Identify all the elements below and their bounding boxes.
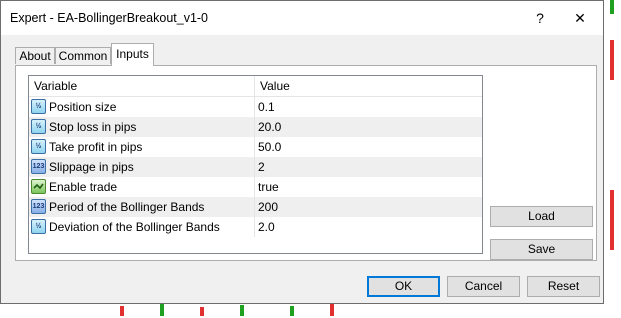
variable-value[interactable]: 20.0 (258, 117, 281, 137)
variable-value[interactable]: 2 (258, 157, 265, 177)
column-separator (254, 117, 255, 137)
save-button[interactable]: Save (490, 239, 593, 260)
grid-header: Variable Value (29, 76, 482, 97)
expert-properties-dialog: Expert - EA-BollingerBreakout_v1-0 ? ✕ A… (0, 0, 604, 304)
table-row[interactable]: ½ Take profit in pips 50.0 (29, 137, 482, 157)
variable-value[interactable]: 200 (258, 197, 278, 217)
column-separator (254, 157, 255, 177)
title-bar: Expert - EA-BollingerBreakout_v1-0 ? ✕ (1, 1, 603, 35)
tab-about[interactable]: About (15, 47, 55, 64)
chart-background-strip (604, 0, 621, 318)
column-separator (254, 177, 255, 197)
fraction-icon: ½ (31, 139, 46, 154)
window-title: Expert - EA-BollingerBreakout_v1-0 (10, 11, 209, 25)
variable-name: Enable trade (49, 180, 118, 194)
variable-name: Deviation of the Bollinger Bands (49, 220, 220, 234)
candle (610, 190, 614, 250)
variable-name: Period of the Bollinger Bands (49, 200, 205, 214)
help-icon: ? (536, 10, 544, 26)
table-row[interactable]: ½ Stop loss in pips 20.0 (29, 117, 482, 137)
close-icon: ✕ (574, 10, 586, 26)
variable-name: Take profit in pips (49, 140, 143, 154)
fraction-icon: ½ (31, 99, 46, 114)
inputs-grid: Variable Value ½ Position size 0.1 ½ Sto… (28, 75, 483, 254)
load-button[interactable]: Load (490, 206, 593, 227)
cancel-button[interactable]: Cancel (447, 276, 520, 297)
tab-common[interactable]: Common (55, 47, 111, 64)
column-header-variable[interactable]: Variable (34, 76, 77, 96)
variable-value[interactable]: true (258, 177, 279, 197)
reset-button[interactable]: Reset (527, 276, 600, 297)
close-button[interactable]: ✕ (568, 7, 592, 29)
table-row[interactable]: 123 Period of the Bollinger Bands 200 (29, 197, 482, 217)
chart-candles-bottom (0, 304, 621, 318)
candle (610, 0, 614, 14)
integer-icon: 123 (31, 199, 46, 214)
table-row[interactable]: ½ Deviation of the Bollinger Bands 2.0 (29, 217, 482, 237)
fraction-icon: ½ (31, 119, 46, 134)
column-separator (254, 197, 255, 217)
help-button[interactable]: ? (528, 7, 552, 29)
column-separator (254, 97, 255, 117)
tab-inputs[interactable]: Inputs (111, 43, 154, 66)
table-row[interactable]: 123 Slippage in pips 2 (29, 157, 482, 177)
column-separator (254, 137, 255, 157)
ok-button[interactable]: OK (367, 276, 440, 297)
variable-name: Position size (49, 100, 117, 114)
integer-icon: 123 (31, 159, 46, 174)
column-separator[interactable] (254, 76, 255, 96)
column-separator (254, 217, 255, 237)
candle (610, 40, 614, 80)
variable-name: Slippage in pips (49, 160, 134, 174)
inputs-panel: Variable Value ½ Position size 0.1 ½ Sto… (15, 65, 597, 261)
table-row[interactable]: ½ Position size 0.1 (29, 97, 482, 117)
boolean-icon (31, 179, 46, 194)
fraction-icon: ½ (31, 219, 46, 234)
variable-value[interactable]: 2.0 (258, 217, 275, 237)
variable-value[interactable]: 0.1 (258, 97, 275, 117)
variable-name: Stop loss in pips (49, 120, 137, 134)
variable-value[interactable]: 50.0 (258, 137, 281, 157)
table-row[interactable]: Enable trade true (29, 177, 482, 197)
column-header-value[interactable]: Value (260, 76, 290, 96)
